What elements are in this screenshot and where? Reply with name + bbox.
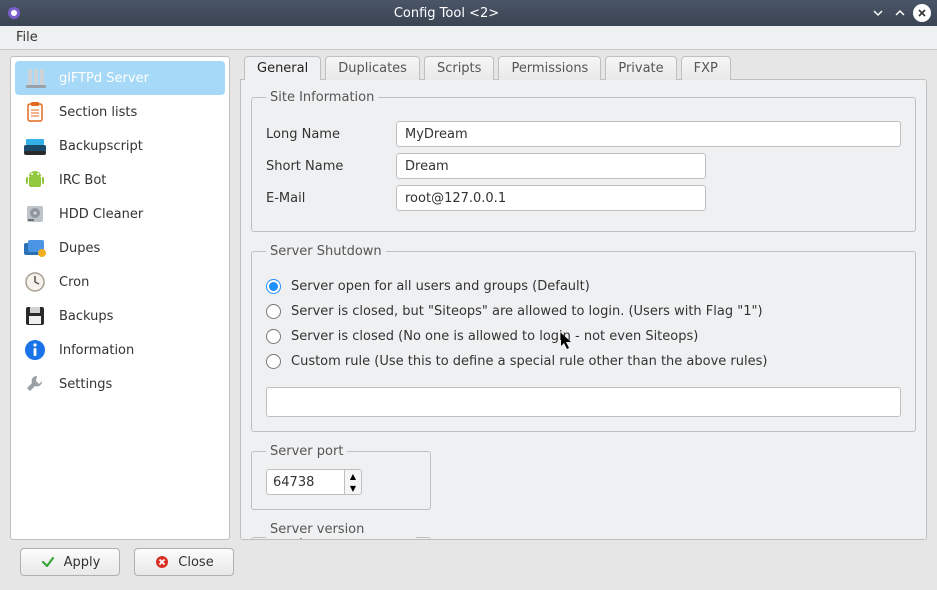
server-port-group: Server port ▲ ▼ xyxy=(251,444,431,510)
hdd-icon xyxy=(21,200,49,228)
shutdown-label-custom: Custom rule (Use this to define a specia… xyxy=(291,354,767,369)
sidebar-item-cron[interactable]: Cron xyxy=(15,265,225,299)
sidebar-item-label: Information xyxy=(59,343,134,358)
server-icon xyxy=(21,64,49,92)
tab-private[interactable]: Private xyxy=(605,56,676,80)
titlebar: Config Tool <2> xyxy=(0,0,937,26)
window-title: Config Tool <2> xyxy=(28,6,865,21)
chevron-up-icon[interactable]: ▲ xyxy=(345,470,361,482)
shutdown-radio-open[interactable] xyxy=(266,279,281,294)
apply-button[interactable]: Apply xyxy=(20,548,120,576)
server-port-spinner[interactable]: ▲ ▼ xyxy=(344,469,362,495)
long-name-label: Long Name xyxy=(266,127,396,142)
site-information-group: Site Information Long Name Short Name E-… xyxy=(251,90,916,232)
sidebar-item-label: Dupes xyxy=(59,241,100,256)
android-icon xyxy=(21,166,49,194)
server-shutdown-group: Server Shutdown Server open for all user… xyxy=(251,244,916,432)
sidebar-item-irc-bot[interactable]: IRC Bot xyxy=(15,163,225,197)
clock-icon xyxy=(21,268,49,296)
server-version-group: Server version number 2.10a xyxy=(251,522,431,540)
short-name-label: Short Name xyxy=(266,159,396,174)
close-button[interactable]: Close xyxy=(134,548,234,576)
shutdown-label-closed: Server is closed (No one is allowed to l… xyxy=(291,329,698,344)
sidebar-item-settings[interactable]: Settings xyxy=(15,367,225,401)
sidebar: glFTPd Server Section lists Backupscript… xyxy=(10,56,230,540)
sidebar-item-label: IRC Bot xyxy=(59,173,106,188)
folders-icon xyxy=(21,234,49,262)
tab-bar: General Duplicates Scripts Permissions P… xyxy=(240,56,927,80)
sidebar-item-hdd-cleaner[interactable]: HDD Cleaner xyxy=(15,197,225,231)
shutdown-radio-siteops[interactable] xyxy=(266,304,281,319)
tab-permissions[interactable]: Permissions xyxy=(498,56,601,80)
maximize-button[interactable] xyxy=(891,4,909,22)
minimize-button[interactable] xyxy=(869,4,887,22)
shutdown-label-siteops: Server is closed, but "Siteops" are allo… xyxy=(291,304,763,319)
close-icon xyxy=(154,554,170,570)
shutdown-radio-closed[interactable] xyxy=(266,329,281,344)
short-name-input[interactable] xyxy=(396,153,706,179)
close-label: Close xyxy=(178,555,213,570)
floppy-icon xyxy=(21,302,49,330)
tab-scripts[interactable]: Scripts xyxy=(424,56,494,80)
apply-label: Apply xyxy=(64,555,101,570)
server-port-input[interactable] xyxy=(266,469,344,495)
app-icon xyxy=(6,5,22,21)
scanner-icon xyxy=(21,132,49,160)
email-input[interactable] xyxy=(396,185,706,211)
wrench-icon xyxy=(21,370,49,398)
long-name-input[interactable] xyxy=(396,121,901,147)
sidebar-item-label: Cron xyxy=(59,275,89,290)
tab-general[interactable]: General xyxy=(244,56,321,80)
sidebar-item-label: Backups xyxy=(59,309,113,324)
chevron-down-icon[interactable]: ▼ xyxy=(345,482,361,494)
sidebar-item-glftpd-server[interactable]: glFTPd Server xyxy=(15,61,225,95)
server-version-legend: Server version number xyxy=(266,522,416,540)
sidebar-item-dupes[interactable]: Dupes xyxy=(15,231,225,265)
menubar: File xyxy=(0,26,937,50)
tab-duplicates[interactable]: Duplicates xyxy=(325,56,420,80)
sidebar-item-label: Settings xyxy=(59,377,112,392)
sidebar-item-section-lists[interactable]: Section lists xyxy=(15,95,225,129)
shutdown-label-open: Server open for all users and groups (De… xyxy=(291,279,590,294)
server-shutdown-legend: Server Shutdown xyxy=(266,244,386,259)
clipboard-icon xyxy=(21,98,49,126)
check-icon xyxy=(40,554,56,570)
sidebar-item-information[interactable]: Information xyxy=(15,333,225,367)
sidebar-item-backupscript[interactable]: Backupscript xyxy=(15,129,225,163)
content-area: General Duplicates Scripts Permissions P… xyxy=(240,56,927,540)
close-window-button[interactable] xyxy=(913,4,931,22)
sidebar-item-label: HDD Cleaner xyxy=(59,207,143,222)
info-icon xyxy=(21,336,49,364)
button-bar: Apply Close xyxy=(0,540,937,584)
shutdown-custom-input[interactable] xyxy=(266,387,901,417)
sidebar-item-label: Section lists xyxy=(59,105,137,120)
server-port-legend: Server port xyxy=(266,444,347,459)
sidebar-item-label: Backupscript xyxy=(59,139,143,154)
menu-file[interactable]: File xyxy=(8,28,46,47)
sidebar-item-backups[interactable]: Backups xyxy=(15,299,225,333)
shutdown-radio-custom[interactable] xyxy=(266,354,281,369)
site-information-legend: Site Information xyxy=(266,90,378,105)
tab-fxp[interactable]: FXP xyxy=(681,56,731,80)
email-label: E-Mail xyxy=(266,191,396,206)
tab-panel-general: Site Information Long Name Short Name E-… xyxy=(240,79,927,540)
sidebar-item-label: glFTPd Server xyxy=(59,71,149,86)
